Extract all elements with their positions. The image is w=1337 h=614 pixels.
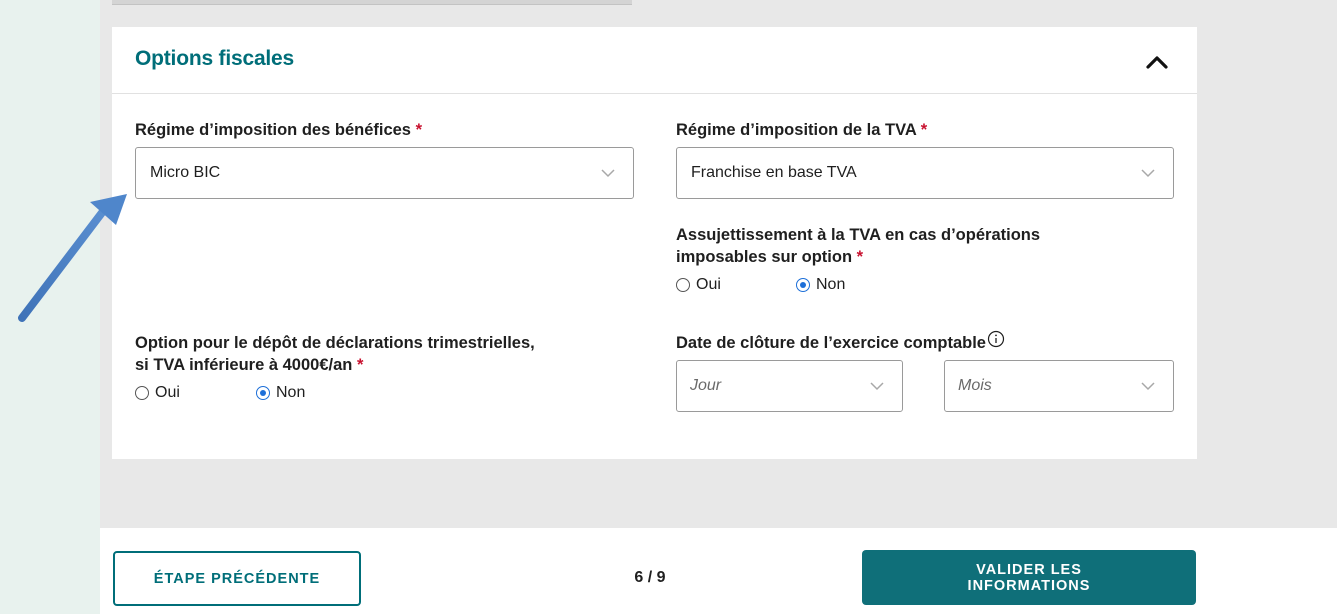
arrow-annotation-icon: [18, 194, 127, 322]
